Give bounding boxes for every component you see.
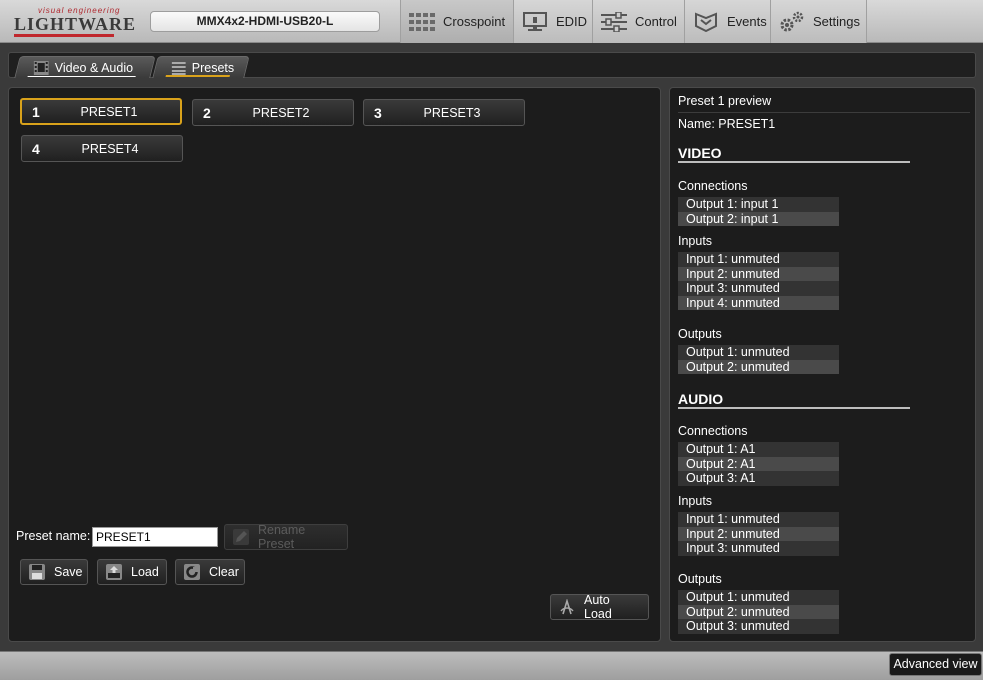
film-icon (33, 60, 49, 75)
subtab-active-underline (165, 75, 231, 77)
auto-load-label: Auto Load (584, 593, 612, 621)
device-name-label: MMX4x2-HDMI-USB20-L (150, 11, 380, 32)
lightware-logo: visual engineering LIGHTWARE (14, 6, 135, 37)
auto-load-button[interactable]: Auto Load (550, 593, 649, 621)
nav-tab-label: Events (727, 14, 767, 29)
list-item: Output 3: A1 (678, 471, 839, 486)
nav-tab-events[interactable]: Events (684, 0, 770, 43)
load-label: Load (131, 565, 159, 579)
rename-preset-label: Rename Preset (258, 523, 306, 551)
auto-load-icon (559, 598, 575, 615)
gears-icon (779, 11, 805, 33)
bottom-bar (0, 651, 983, 680)
list-item: Output 2: A1 (678, 456, 839, 471)
events-icon (693, 11, 719, 33)
preset-button-1[interactable]: 1 PRESET1 (20, 98, 182, 125)
preset-name: PRESET2 (252, 105, 310, 120)
audio-outputs-label: Outputs (678, 572, 722, 586)
sub-tab-bar: Video & Audio Presets (8, 52, 976, 78)
video-heading-rule (678, 161, 910, 163)
list-item: Input 2: unmuted (678, 266, 839, 281)
logo-underline (14, 34, 114, 37)
nav-tab-settings[interactable]: Settings (770, 0, 867, 43)
subtab-underline (27, 76, 136, 77)
save-button[interactable]: Save (20, 559, 88, 585)
audio-connections-label: Connections (678, 424, 748, 438)
audio-inputs-label: Inputs (678, 494, 713, 508)
list-item: Output 2: unmuted (678, 604, 839, 619)
preview-preset-name: Name: PRESET1 (678, 117, 776, 131)
monitor-icon (522, 11, 548, 33)
video-connections-label: Connections (678, 179, 748, 193)
list-item: Output 3: unmuted (678, 619, 839, 634)
preset-button-2[interactable]: 2 PRESET2 (192, 99, 354, 126)
nav-tab-label: Control (635, 14, 677, 29)
list-item: Output 1: input 1 (678, 197, 839, 212)
list-item: Output 1: unmuted (678, 590, 839, 605)
subtab-video-audio[interactable]: Video & Audio (14, 56, 156, 78)
subtab-label: Presets (191, 60, 235, 75)
preset-preview-panel: Preset 1 preview Name: PRESET1 VIDEO Con… (669, 87, 976, 642)
nav-tab-label: Settings (813, 14, 860, 29)
rename-preset-button[interactable]: Rename Preset (224, 523, 348, 551)
list-item: Input 4: unmuted (678, 295, 839, 310)
nav-tab-label: EDID (556, 14, 588, 29)
list-item: Input 1: unmuted (678, 252, 839, 267)
list-item: Input 3: unmuted (678, 541, 839, 556)
preset-name-label: Preset name: (16, 529, 91, 543)
list-item: Output 1: A1 (678, 442, 839, 457)
subtab-presets[interactable]: Presets (152, 56, 250, 78)
load-icon (106, 564, 122, 580)
preview-title: Preset 1 preview (678, 94, 772, 108)
clear-button[interactable]: Clear (175, 559, 245, 585)
logo-wordmark: LIGHTWARE (14, 14, 137, 34)
video-outputs-label: Outputs (678, 327, 722, 341)
save-label: Save (54, 565, 83, 579)
clear-icon (184, 564, 200, 580)
pencil-icon (233, 529, 249, 545)
subtab-label: Video & Audio (54, 60, 134, 75)
advanced-view-button[interactable]: Advanced view (889, 653, 982, 676)
nav-tab-label: Crosspoint (443, 14, 506, 29)
nav-tab-control[interactable]: Control (592, 0, 684, 43)
sliders-icon (601, 11, 627, 33)
save-icon (29, 564, 45, 580)
nav-tab-edid[interactable]: EDID (513, 0, 592, 43)
preset-name: PRESET4 (81, 141, 139, 156)
list-item: Output 2: input 1 (678, 211, 839, 226)
preset-name: PRESET1 (80, 104, 138, 119)
video-inputs-label: Inputs (678, 234, 713, 248)
load-button[interactable]: Load (97, 559, 167, 585)
list-item: Output 2: unmuted (678, 359, 839, 374)
preset-name: PRESET3 (423, 105, 481, 120)
list-item: Input 3: unmuted (678, 281, 839, 296)
clear-label: Clear (209, 565, 239, 579)
nav-tab-crosspoint[interactable]: Crosspoint (400, 0, 513, 43)
audio-heading-rule (678, 407, 910, 409)
video-heading: VIDEO (678, 145, 722, 161)
audio-heading: AUDIO (678, 391, 724, 407)
list-item: Input 2: unmuted (678, 526, 839, 541)
preset-button-3[interactable]: 3 PRESET3 (363, 99, 525, 126)
crosspoint-grid-icon (409, 11, 435, 33)
preview-divider (678, 112, 970, 113)
list-item: Input 1: unmuted (678, 512, 839, 527)
list-icon (171, 61, 186, 74)
preset-name-input[interactable] (92, 527, 218, 547)
top-bar: visual engineering LIGHTWARE MMX4x2-HDMI… (0, 0, 983, 43)
preset-button-4[interactable]: 4 PRESET4 (21, 135, 183, 162)
list-item: Output 1: unmuted (678, 345, 839, 360)
